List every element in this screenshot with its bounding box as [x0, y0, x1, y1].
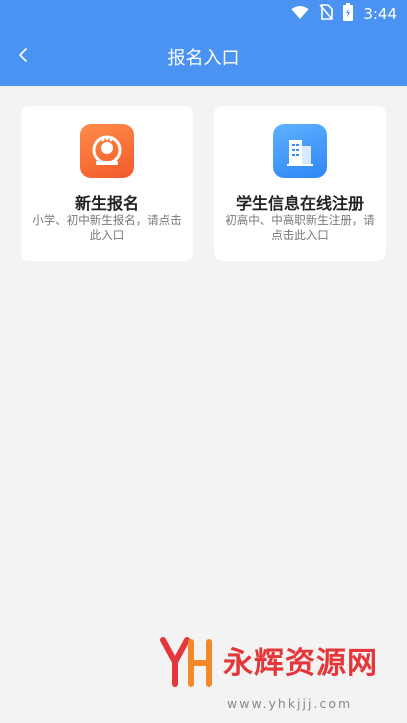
watermark: 永辉资源网 www.yhkjjj.com [155, 630, 400, 720]
nav-bar: 报名入口 [0, 28, 407, 86]
watermark-brand: 永辉资源网 [223, 646, 378, 681]
no-sim-icon [319, 4, 334, 24]
page-title: 报名入口 [167, 48, 240, 69]
student-info-registration-card[interactable]: 学生信息在线注册 初高中、中高职新生注册，请点击此入口 [214, 106, 386, 261]
wifi-icon [291, 5, 309, 24]
building-icon [273, 124, 327, 178]
app-header: 3:44 报名入口 [0, 0, 407, 86]
yh-logo-icon [159, 636, 215, 688]
status-bar: 3:44 [0, 0, 407, 28]
status-time: 3:44 [363, 5, 397, 23]
card-title: 新生报名 [74, 194, 139, 213]
watermark-url: www.yhkjjj.com [227, 696, 353, 711]
card-description: 小学、初中新生报名，请点击此入口 [32, 213, 182, 242]
national-emblem-icon [80, 124, 134, 178]
card-description: 初高中、中高职新生注册，请点击此入口 [225, 213, 375, 242]
new-student-registration-card[interactable]: 新生报名 小学、初中新生报名，请点击此入口 [21, 106, 193, 261]
card-title: 学生信息在线注册 [235, 194, 364, 213]
battery-icon [343, 3, 354, 25]
